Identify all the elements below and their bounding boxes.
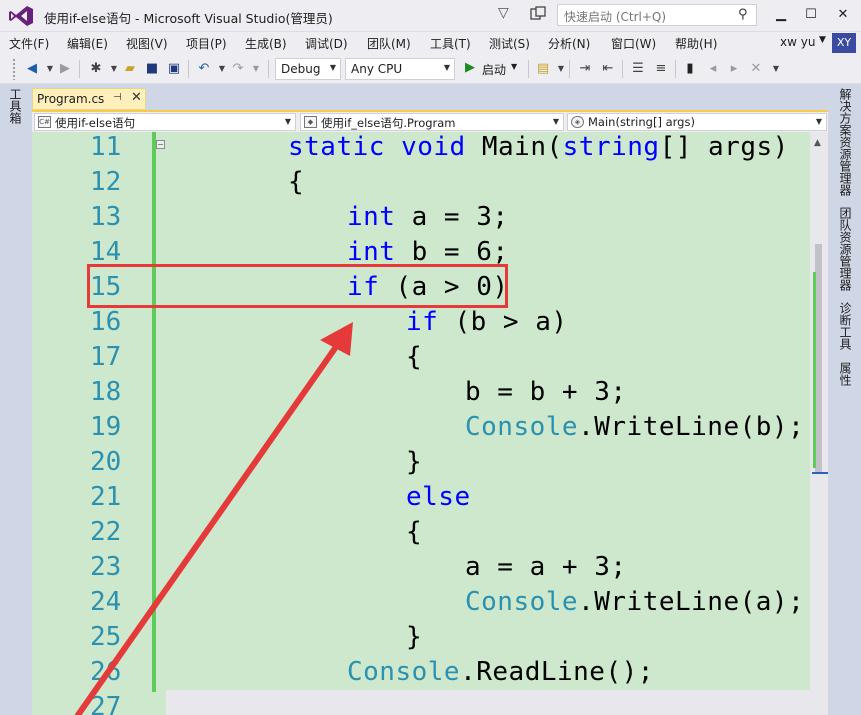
annotation-arrow <box>75 322 353 715</box>
scrollbar-change-marker <box>813 272 816 468</box>
scrollbar-caret-marker <box>812 472 828 474</box>
vertical-scrollbar-thumb[interactable] <box>815 244 822 472</box>
horizontal-scrollbar[interactable] <box>166 690 810 715</box>
annotation-arrow-shaft <box>75 341 341 715</box>
scroll-up-icon[interactable]: ▲ <box>814 138 821 148</box>
